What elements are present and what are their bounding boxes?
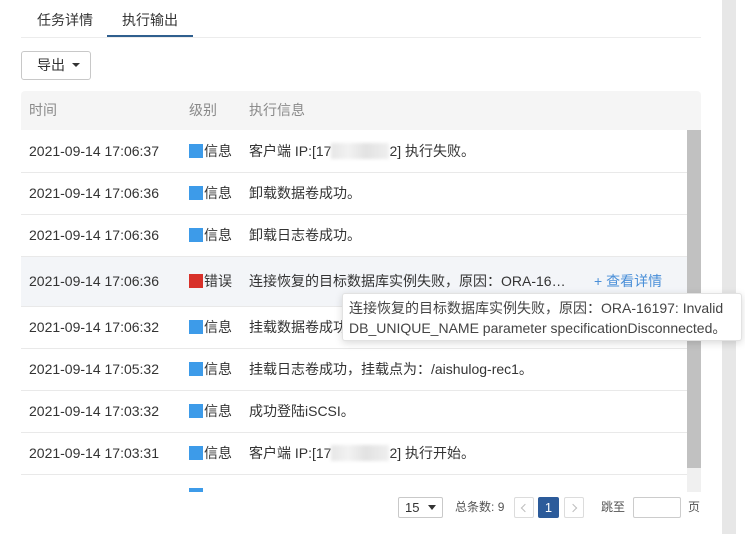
table-row: 2021-09-14 17:05:32 信息 挂载日志卷成功，挂载点为：/ais… (21, 349, 687, 391)
next-page-button[interactable] (564, 497, 584, 518)
caret-down-icon (71, 63, 80, 68)
info-level-icon (189, 362, 203, 376)
jump-to-label: 跳至 (601, 500, 626, 514)
row-level-label: 信息 (204, 185, 232, 201)
page-unit-label: 页 (688, 500, 701, 514)
row-message: 卸载日志卷成功。 (249, 227, 361, 243)
message-text: 客户端 IP:[17 (249, 445, 332, 461)
jump-to-page-input[interactable] (633, 497, 681, 518)
tabs-divider (21, 37, 701, 38)
table-row: 2021-09-14 17:06:36 信息 卸载日志卷成功。 (21, 215, 687, 257)
row-message: 挂载日志卷成功，挂载点为：/aishulog-rec1。 (249, 361, 533, 377)
side-panel-strip (722, 0, 736, 534)
row-time: 2021-09-14 17:06:36 (29, 185, 159, 201)
export-button[interactable]: 导出 (21, 51, 91, 80)
error-level-icon (189, 274, 203, 288)
row-level: 错误 (189, 257, 232, 306)
row-level: 信息 (189, 130, 232, 172)
row-level: 信息 (189, 391, 232, 432)
info-level-icon (189, 488, 203, 492)
total-count-value: 9 (497, 500, 505, 514)
column-header-level: 级别 (189, 102, 217, 118)
column-header-message: 执行信息 (249, 102, 305, 118)
row-level-label: 信息 (204, 143, 232, 159)
info-level-icon (189, 144, 203, 158)
row-time: 2021-09-14 17:06:36 (29, 227, 159, 243)
table-row-partial (21, 475, 687, 492)
active-tab-indicator (107, 35, 193, 37)
row-time: 2021-09-14 17:05:32 (29, 361, 159, 377)
total-count: 总条数: 9 (455, 497, 504, 518)
export-button-label: 导出 (37, 57, 65, 73)
table-header: 时间 级别 执行信息 (21, 91, 701, 130)
row-level: 信息 (189, 215, 232, 256)
row-time: 2021-09-14 17:06:36 (29, 273, 159, 289)
page-button-current[interactable]: 1 (538, 497, 559, 518)
row-level: 信息 (189, 307, 232, 348)
row-level: 信息 (189, 433, 232, 474)
message-text: 2] 执行失败。 (389, 143, 476, 159)
message-text: 2] 执行开始。 (389, 445, 476, 461)
row-level-label: 信息 (204, 319, 232, 335)
row-level: 信息 (189, 173, 232, 214)
error-detail-tooltip: 连接恢复的目标数据库实例失败，原因：ORA-16197: Invalid DB_… (342, 293, 742, 341)
row-message: 客户端 IP:[17 2] 执行开始。 (249, 433, 475, 474)
message-text: 客户端 IP:[17 (249, 143, 332, 159)
tab-exec-output[interactable]: 执行输出 (122, 10, 178, 30)
table-row: 2021-09-14 17:03:32 信息 成功登陆iSCSI。 (21, 391, 687, 433)
row-level (189, 475, 204, 492)
info-level-icon (189, 446, 203, 460)
total-count-label: 总条数: (455, 500, 495, 514)
row-message: 挂载数据卷成功 (249, 319, 347, 335)
row-time: 2021-09-14 17:03:31 (29, 445, 159, 461)
row-level-label: 信息 (204, 403, 232, 419)
table-row: 2021-09-14 17:03:31 信息 客户端 IP:[17 2] 执行开始… (21, 433, 687, 475)
row-message: 成功登陆iSCSI。 (249, 403, 355, 419)
row-level-label: 信息 (204, 227, 232, 243)
tooltip-line: 连接恢复的目标数据库实例失败，原因：ORA-16197: Invalid (349, 300, 724, 316)
tab-task-detail[interactable]: 任务详情 (37, 10, 93, 30)
redacted-ip-mask (331, 143, 390, 159)
info-level-icon (189, 404, 203, 418)
caret-down-icon (428, 505, 436, 510)
redacted-ip-mask (331, 445, 390, 461)
tooltip-line: DB_UNIQUE_NAME parameter specificationDi… (349, 320, 727, 336)
table-row: 2021-09-14 17:06:36 信息 卸载数据卷成功。 (21, 173, 687, 215)
row-time: 2021-09-14 17:06:37 (29, 143, 159, 159)
row-time: 2021-09-14 17:03:32 (29, 403, 159, 419)
row-message: 卸载数据卷成功。 (249, 185, 361, 201)
table-row: 2021-09-14 17:06:37 信息 客户端 IP:[17 2] 执行失败… (21, 130, 687, 173)
row-level-label: 错误 (204, 273, 232, 289)
page-size-value: 15 (405, 500, 420, 515)
info-level-icon (189, 228, 203, 242)
chevron-right-icon (568, 503, 578, 513)
chevron-left-icon (520, 503, 530, 513)
row-time: 2021-09-14 17:06:32 (29, 319, 159, 335)
info-level-icon (189, 186, 203, 200)
prev-page-button[interactable] (514, 497, 534, 518)
row-message: 客户端 IP:[17 2] 执行失败。 (249, 130, 475, 172)
column-header-time: 时间 (29, 102, 57, 118)
row-level-label: 信息 (204, 361, 232, 377)
row-level: 信息 (189, 349, 232, 390)
info-level-icon (189, 320, 203, 334)
page-size-select[interactable]: 15 (398, 497, 443, 518)
row-level-label: 信息 (204, 445, 232, 461)
